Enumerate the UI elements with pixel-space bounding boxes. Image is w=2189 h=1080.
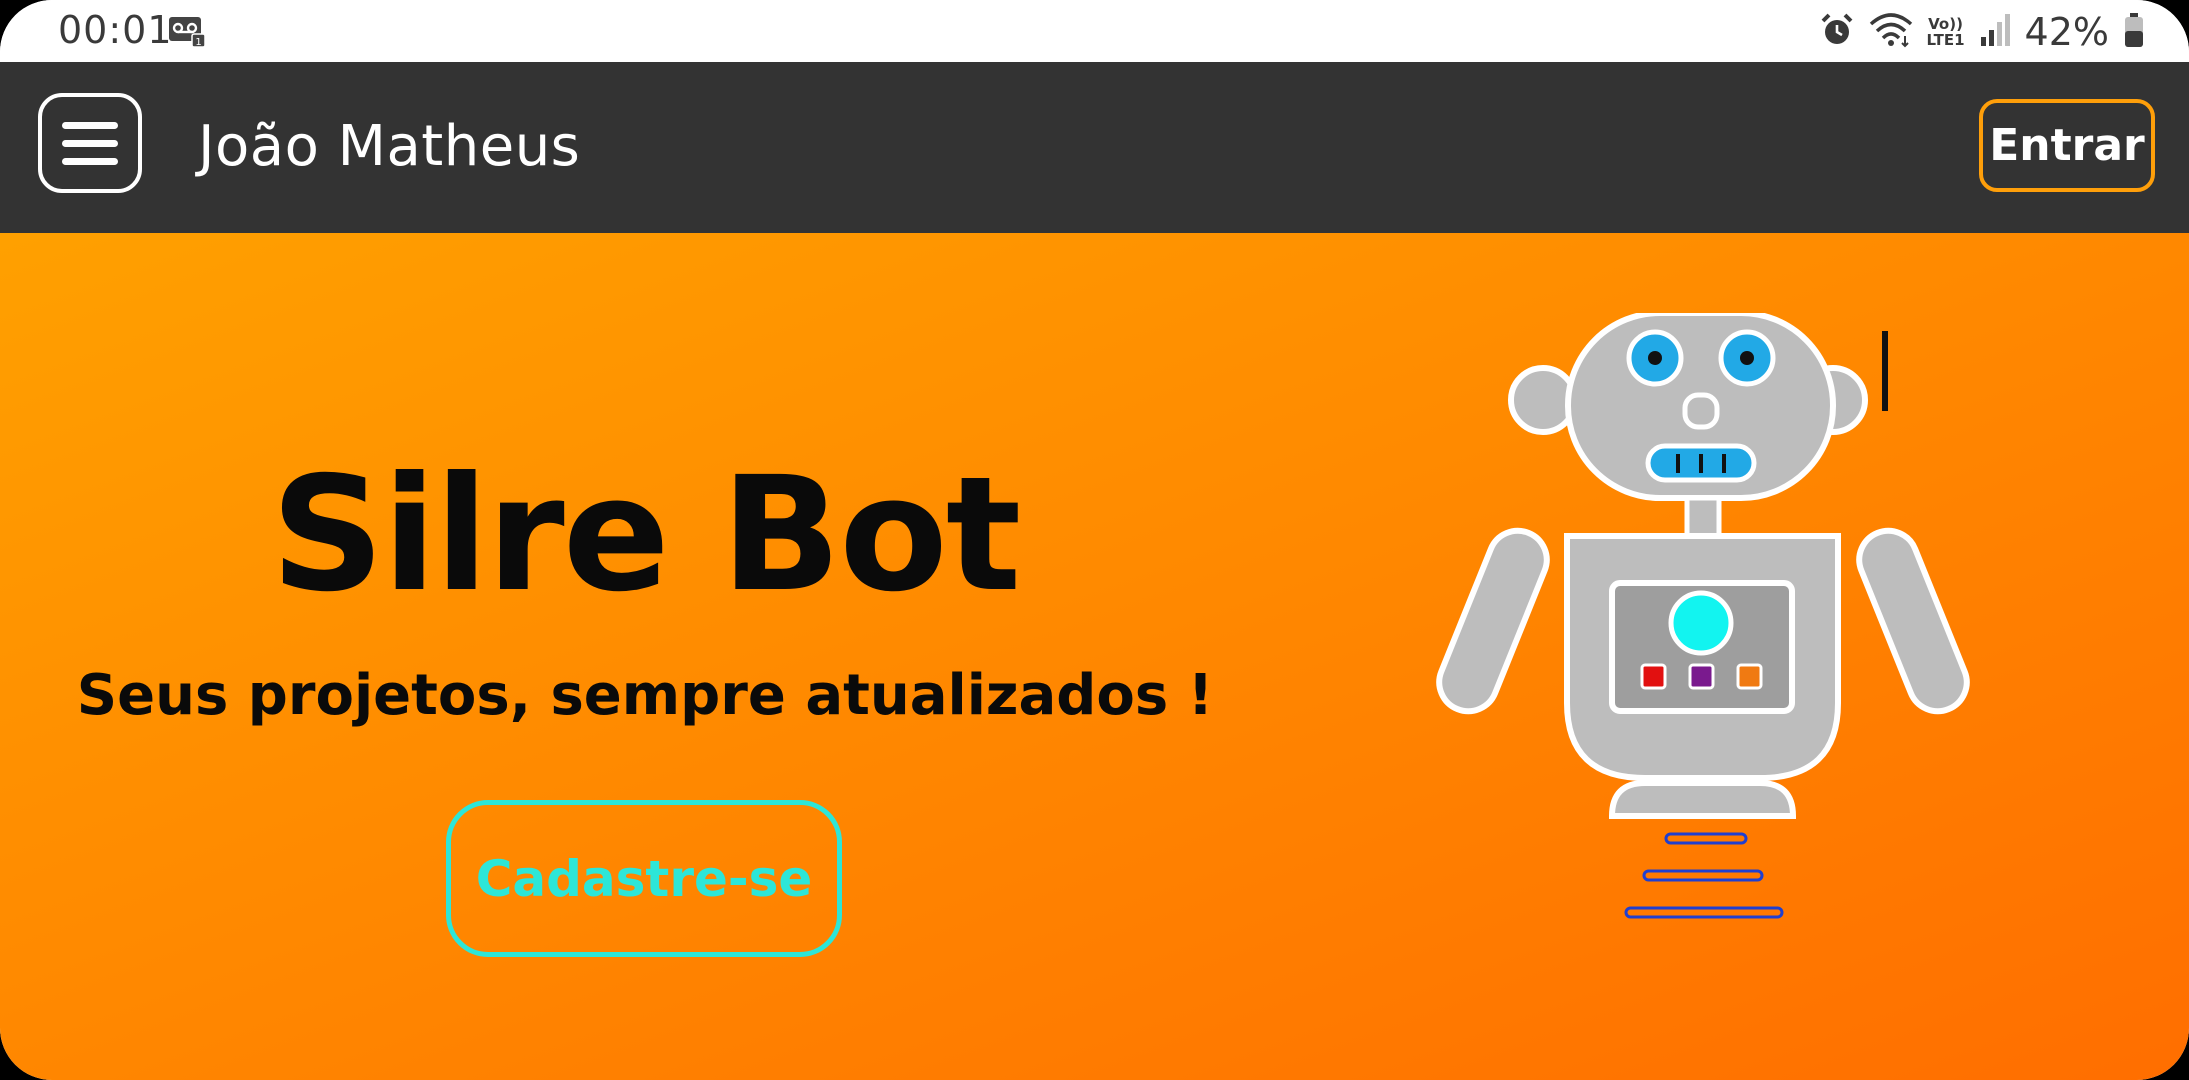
status-time: 00:01 bbox=[58, 8, 173, 52]
hero-subtitle: Seus projetos, sempre atualizados ! bbox=[76, 663, 1214, 728]
wifi-icon bbox=[1869, 12, 1913, 52]
status-bar: 00:01 1 Vo)) LTE1 42% bbox=[0, 0, 2189, 62]
robot-illustration bbox=[1436, 313, 1970, 919]
voicemail-icon: 1 bbox=[168, 14, 206, 48]
hero-section: Silre Bot Seus projetos, sempre atualiza… bbox=[0, 233, 2189, 1080]
app-title: João Matheus bbox=[198, 114, 581, 179]
volte-lte-icon: Vo)) LTE1 bbox=[1926, 15, 1965, 49]
hamburger-menu-icon[interactable] bbox=[38, 93, 142, 193]
signal-icon bbox=[1979, 13, 2011, 51]
battery-icon bbox=[2123, 12, 2145, 52]
signup-button[interactable]: Cadastre-se bbox=[446, 800, 842, 957]
battery-percent: 42% bbox=[2024, 10, 2109, 54]
screen: 00:01 1 Vo)) LTE1 42% João Matheus Entra… bbox=[0, 0, 2189, 1080]
status-icons: Vo)) LTE1 42% bbox=[1819, 10, 2145, 54]
login-button[interactable]: Entrar bbox=[1979, 99, 2155, 192]
svg-text:1: 1 bbox=[195, 37, 201, 48]
alarm-icon bbox=[1819, 12, 1855, 52]
hero-title: Silre Bot bbox=[270, 443, 1022, 627]
app-bar: João Matheus Entrar bbox=[0, 62, 2189, 233]
